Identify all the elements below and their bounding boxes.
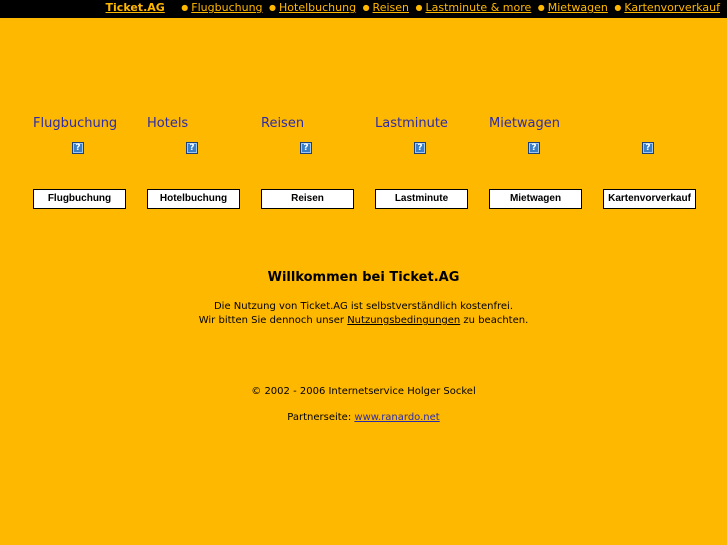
hotelbuchung-button[interactable]: Hotelbuchung (147, 189, 240, 209)
bullet-icon: ● (181, 3, 189, 12)
nutzungsbedingungen-link[interactable]: Nutzungsbedingungen (347, 315, 460, 326)
brand-link[interactable]: Ticket.AG (106, 1, 165, 14)
category-title: Lastminute (375, 116, 448, 131)
category-flugbuchung: Flugbuchung ? Flugbuchung (22, 116, 136, 211)
category-lastminute: Lastminute ? Lastminute (364, 116, 478, 211)
topnav-link-flugbuchung[interactable]: Flugbuchung (191, 1, 262, 14)
mietwagen-button[interactable]: Mietwagen (489, 189, 582, 209)
category-row: Flugbuchung ? Flugbuchung Hotels ? Hotel… (22, 116, 706, 211)
bullet-icon: ● (614, 3, 622, 12)
bullet-icon: ● (415, 3, 423, 12)
broken-image-icon[interactable]: ? (300, 142, 312, 154)
top-bar: Ticket.AG ● Flugbuchung ● Hotelbuchung ● Re… (0, 0, 727, 18)
category-title: Flugbuchung (33, 116, 118, 131)
topnav-link-lastminute[interactable]: Lastminute & more (425, 1, 531, 14)
info-line-2-before: Wir bitten Sie dennoch unser (198, 315, 348, 326)
partner-line: Partnerseite: www.ranardo.net (0, 411, 727, 425)
copyright-text: © 2002 - 2006 Internetservice Holger Soc… (251, 386, 476, 397)
topnav-link-kartenvorverkauf[interactable]: Kartenvorverkauf (624, 1, 720, 14)
broken-image-icon[interactable]: ? (186, 142, 198, 154)
category-title: Hotels (147, 116, 189, 131)
category-mietwagen: Mietwagen ? Mietwagen (478, 116, 592, 211)
category-reisen: Reisen ? Reisen (250, 116, 364, 211)
info-line-1: Die Nutzung von Ticket.AG ist selbstvers… (213, 301, 513, 312)
kartenvorverkauf-button[interactable]: Kartenvorverkauf (603, 189, 696, 209)
broken-image-icon[interactable]: ? (414, 142, 426, 154)
category-hotels: Hotels ? Hotelbuchung (136, 116, 250, 211)
info-line-2-after: zu beachten. (460, 315, 529, 326)
partner-label: Partnerseite: (287, 412, 355, 423)
welcome-heading: Willkommen bei Ticket.AG (267, 270, 460, 285)
bullet-icon: ● (362, 3, 370, 12)
flugbuchung-button[interactable]: Flugbuchung (33, 189, 126, 209)
topnav-link-mietwagen[interactable]: Mietwagen (548, 1, 608, 14)
category-title: Mietwagen (489, 116, 561, 131)
broken-image-icon[interactable]: ? (72, 142, 84, 154)
topnav-link-hotelbuchung[interactable]: Hotelbuchung (279, 1, 356, 14)
broken-image-icon[interactable]: ? (528, 142, 540, 154)
broken-image-icon[interactable]: ? (642, 142, 654, 154)
bullet-icon: ● (269, 3, 277, 12)
info-line-2: Wir bitten Sie dennoch unser Nutzungsbed… (0, 314, 727, 328)
bullet-icon: ● (537, 3, 545, 12)
category-kartenvorverkauf: ? Kartenvorverkauf (592, 116, 706, 211)
lastminute-button[interactable]: Lastminute (375, 189, 468, 209)
category-title: Reisen (261, 116, 305, 131)
partner-link[interactable]: www.ranardo.net (354, 412, 439, 423)
reisen-button[interactable]: Reisen (261, 189, 354, 209)
top-nav: Ticket.AG ● Flugbuchung ● Hotelbuchung ● Re… (106, 1, 720, 16)
info-text: Die Nutzung von Ticket.AG ist selbstvers… (0, 300, 727, 328)
topnav-link-reisen[interactable]: Reisen (373, 1, 409, 14)
